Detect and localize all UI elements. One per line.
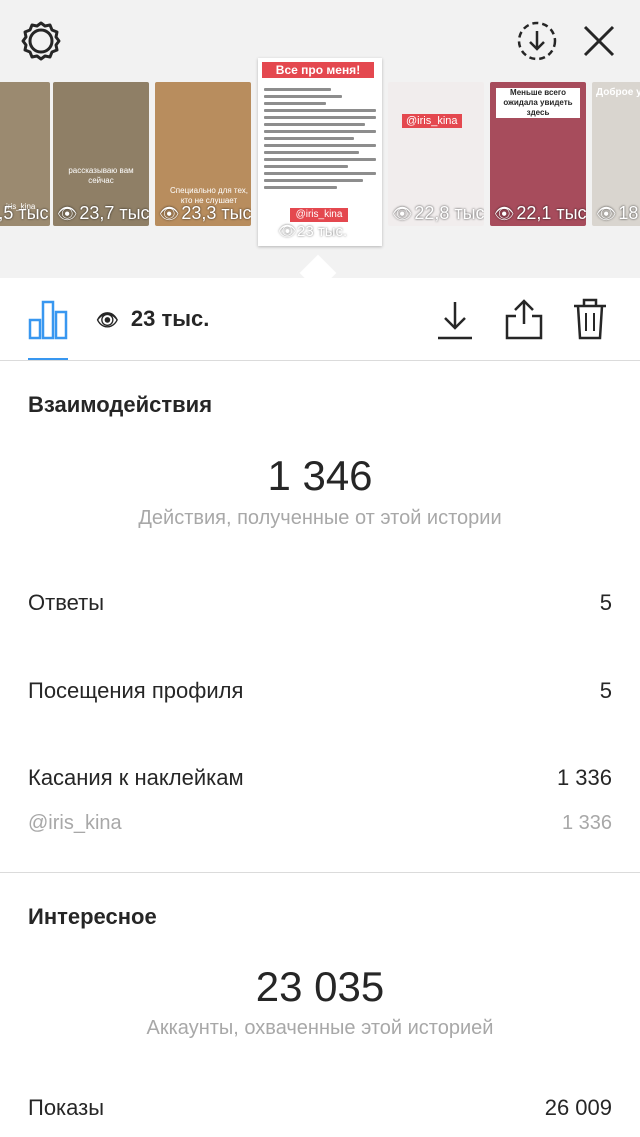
share-icon[interactable] <box>504 298 544 340</box>
save-story-icon[interactable] <box>516 20 558 62</box>
selected-story-mention: @iris_kina <box>290 208 348 222</box>
selected-story-views: 👁23 тыс. <box>278 223 348 240</box>
story-thumbnail[interactable]: Доброе у 👁 18 <box>592 82 640 226</box>
eye-icon: 👁 <box>96 310 119 330</box>
eye-icon: 👁 <box>494 206 515 223</box>
selected-story-title: Все про меня! <box>262 62 374 78</box>
profile-visits-row: Посещения профиля 5 <box>28 678 612 708</box>
interactions-caption: Действия, полученные от этой истории <box>138 507 502 529</box>
eye-icon: 👁 <box>159 206 180 223</box>
sticker-mention-value: 1 336 <box>561 812 612 834</box>
story-thumbnail[interactable]: iris_kina 👁23,5 тыс. <box>0 82 50 226</box>
sticker-taps-row: Касания к наклейкам 1 336 <box>28 765 612 795</box>
discovery-caption: Аккаунты, охваченные этой историей <box>146 1017 494 1039</box>
thumbnail-caption: Меньше всего ожидала увидеть здесь <box>496 88 580 118</box>
thumbnail-views: 👁 23,3 тыс. <box>159 203 251 223</box>
interactions-title: Взаимодействия <box>28 392 213 417</box>
settings-gear-icon[interactable] <box>20 20 62 62</box>
selected-story-thumbnail[interactable]: Все про меня! @iris_kina 👁23 тыс. <box>258 58 382 246</box>
section-divider <box>0 872 640 873</box>
discovery-title: Интересное <box>28 904 157 929</box>
eye-icon: 👁 <box>57 206 78 223</box>
sticker-taps-value: 1 336 <box>556 765 612 790</box>
thumbnail-caption: @iris_kina <box>402 114 462 128</box>
eye-icon: 👁 <box>392 206 413 223</box>
insights-bar-chart-icon[interactable] <box>28 298 68 340</box>
delete-trash-icon[interactable] <box>572 298 608 340</box>
replies-value: 5 <box>599 590 612 615</box>
thumbnail-views: 👁 23,7 тыс. <box>57 203 149 223</box>
impressions-label: Показы <box>28 1095 105 1120</box>
download-icon[interactable] <box>436 300 474 340</box>
sticker-mention-label: @iris_kina <box>28 812 122 834</box>
thumbnail-views: 👁 22,1 тыс. <box>494 203 586 223</box>
thumbnail-caption: рассказываю вам сейчас <box>68 166 134 185</box>
thumbnail-views: 👁 22,8 тыс. <box>392 203 484 223</box>
replies-label: Ответы <box>28 590 105 615</box>
profile-visits-label: Посещения профиля <box>28 678 244 703</box>
profile-visits-value: 5 <box>599 678 612 703</box>
thumbnail-views: 👁 18 <box>596 203 639 223</box>
story-thumbnail[interactable]: Специально для тех, кто не слушает 👁 23,3… <box>155 82 251 226</box>
story-thumbnail[interactable]: Меньше всего ожидала увидеть здесь 👁 22,1… <box>490 82 586 226</box>
sticker-taps-label: Касания к наклейкам <box>28 765 244 790</box>
replies-row: Ответы 5 <box>28 590 612 620</box>
selected-story-text <box>264 88 376 193</box>
eye-icon: 👁 <box>278 223 298 240</box>
impressions-value: 26 009 <box>544 1095 612 1120</box>
discovery-total: 23 035 <box>255 963 385 1010</box>
story-thumbnail[interactable]: @iris_kina 👁 22,8 тыс. <box>388 82 484 226</box>
interactions-total: 1 346 <box>267 452 373 499</box>
thumbnail-views: 👁23,5 тыс. <box>0 203 50 223</box>
toolbar-divider <box>0 360 640 361</box>
eye-icon: 👁 <box>596 206 617 223</box>
sticker-mention-row[interactable]: @iris_kina 1 336 <box>28 812 612 842</box>
thumbnail-caption: Доброе у <box>596 87 640 98</box>
close-icon[interactable] <box>580 22 618 60</box>
story-thumbnail[interactable]: рассказываю вам сейчас 👁 23,7 тыс. <box>53 82 149 226</box>
impressions-row: Показы 26 009 <box>28 1095 612 1125</box>
views-count: 👁 23 тыс. <box>96 306 210 331</box>
